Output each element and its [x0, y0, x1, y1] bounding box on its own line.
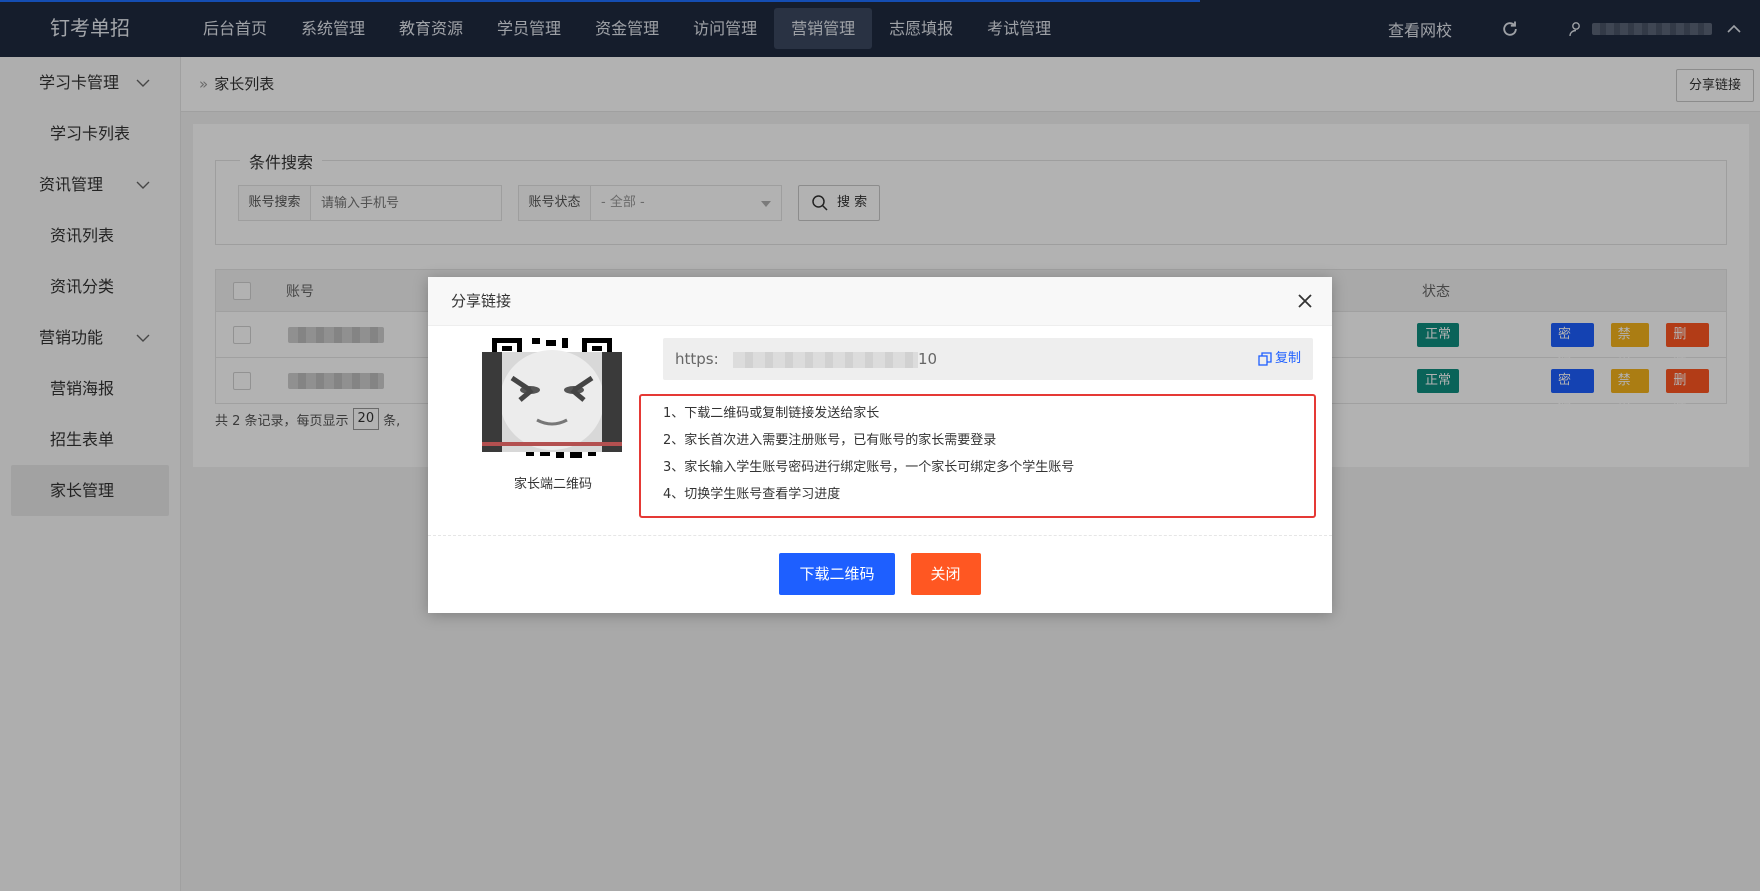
dialog-title: 分享链接	[451, 292, 512, 310]
dialog-divider	[428, 535, 1332, 536]
instruction-item: 1、下载二维码或复制链接发送给家长	[663, 406, 880, 421]
share-link-field[interactable]: https: 10 复制	[663, 338, 1313, 380]
instruction-item: 3、家长输入学生账号密码进行绑定账号，一个家长可绑定多个学生账号	[663, 460, 1075, 475]
close-dialog-button[interactable]: 关闭	[910, 553, 981, 595]
share-link-redacted	[733, 352, 918, 368]
instruction-item: 2、家长首次进入需要注册账号，已有账号的家长需要登录	[663, 433, 997, 448]
copy-link-label: 复制	[1274, 351, 1301, 366]
qr-caption: 家长端二维码	[513, 477, 592, 492]
close-icon[interactable]	[1296, 292, 1314, 310]
qr-code-graphic	[482, 338, 622, 468]
instructions-box: 1、下载二维码或复制链接发送给家长 2、家长首次进入需要注册账号，已有账号的家长…	[639, 394, 1316, 518]
share-link-prefix: https:	[675, 350, 719, 368]
qr-code-image	[482, 338, 622, 468]
dialog-header: 分享链接	[428, 277, 1332, 326]
copy-icon	[1258, 352, 1272, 366]
dialog-footer: 下载二维码 关闭	[428, 553, 1332, 595]
download-qr-button[interactable]: 下载二维码	[779, 553, 895, 595]
copy-link-button[interactable]: 复制	[1258, 338, 1301, 380]
instruction-item: 4、切换学生账号查看学习进度	[663, 487, 841, 502]
share-link-dialog: 分享链接 家长端二维码 https: 10 复制 1、下载二维码或复制链接发送给…	[428, 277, 1332, 613]
share-link-tail: 10	[918, 350, 938, 368]
